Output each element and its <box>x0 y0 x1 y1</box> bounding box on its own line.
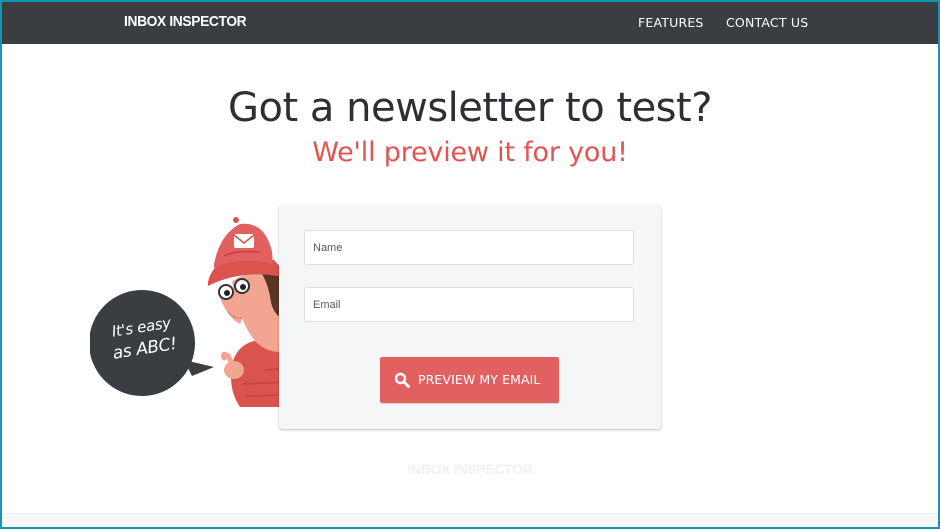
detective-mascot-icon <box>90 217 290 407</box>
hero-title: Got a newsletter to test? <box>228 85 712 131</box>
navbar: INBOX INSPECTOR FEATURES CONTACT US <box>0 0 940 44</box>
brand-logo[interactable]: INBOX INSPECTOR <box>124 13 247 30</box>
hero-subtitle: We'll preview it for you! <box>312 137 628 168</box>
nav-link-contact-us[interactable]: CONTACT US <box>726 15 808 30</box>
nav-link-features[interactable]: FEATURES <box>638 15 704 30</box>
preview-my-email-button[interactable]: PREVIEW MY EMAIL <box>380 357 559 403</box>
preview-form: PREVIEW MY EMAIL <box>279 205 661 429</box>
email-input[interactable] <box>304 287 634 322</box>
preview-button-label: PREVIEW MY EMAIL <box>418 372 541 387</box>
bottom-strip <box>0 513 940 530</box>
footer-logo: INBOX INSPECTOR <box>407 461 533 477</box>
name-input[interactable] <box>304 230 634 265</box>
search-icon <box>394 372 410 388</box>
